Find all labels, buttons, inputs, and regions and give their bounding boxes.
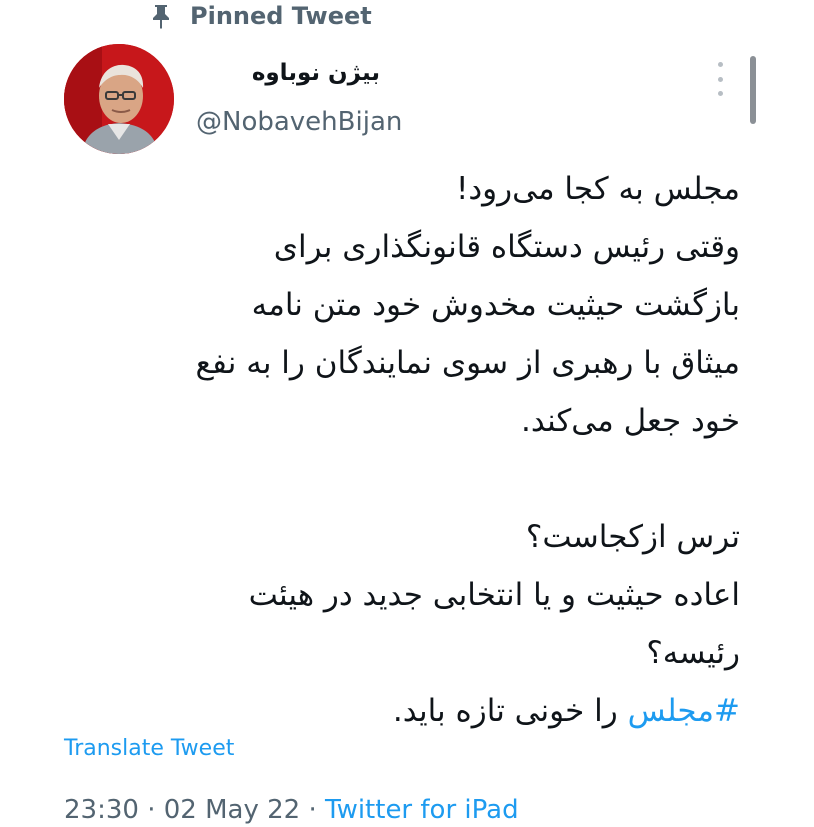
author-name[interactable]: بیژن نوباوه — [250, 60, 380, 86]
tweet-line: میثاق با رهبری از سوی نمایندگان را به نف… — [195, 345, 740, 381]
tweet-line: بازگشت حیثیت مخدوش خود متن نامه — [251, 287, 740, 323]
tweet-line: ترس ازکجاست؟ — [525, 519, 740, 555]
tweet-time[interactable]: 23:30 — [64, 795, 139, 825]
scrollbar[interactable] — [750, 56, 756, 124]
tweet-text: مجلس به کجا می‌رود! وقتی رئیس دستگاه قان… — [60, 160, 740, 740]
hashtag-link[interactable]: #مجلس — [628, 693, 740, 729]
avatar[interactable] — [64, 44, 174, 154]
more-options-icon[interactable] — [708, 62, 732, 96]
avatar-image — [64, 44, 174, 154]
tweet-line-last: #مجلس را خونی تازه باید. — [60, 682, 740, 740]
tweet-date[interactable]: 02 May 22 — [164, 795, 300, 825]
tweet-line: اعاده حیثیت و یا انتخابی جدید در هیئت — [248, 577, 740, 613]
pinned-label: Pinned Tweet — [190, 2, 372, 30]
tweet-line: رئیسه؟ — [646, 635, 740, 671]
meta-separator: · — [300, 795, 325, 825]
tweet-source[interactable]: Twitter for iPad — [325, 795, 519, 825]
author-handle[interactable]: @NobavehBijan — [196, 107, 402, 137]
pin-icon — [153, 5, 169, 29]
tweet-line: مجلس به کجا می‌رود! — [455, 171, 740, 207]
tweet-line-rest: را خونی تازه باید. — [392, 693, 628, 729]
tweet-line: خود جعل می‌کند. — [521, 403, 740, 439]
translate-tweet-link[interactable]: Translate Tweet — [64, 736, 234, 761]
meta-separator: · — [138, 795, 164, 825]
tweet-line: وقتی رئیس دستگاه قانونگذاری برای — [273, 229, 740, 265]
tweet-metadata: 23:30 · 02 May 22 · Twitter for iPad — [64, 795, 519, 825]
pinned-tweet-indicator: Pinned Tweet — [150, 2, 372, 30]
